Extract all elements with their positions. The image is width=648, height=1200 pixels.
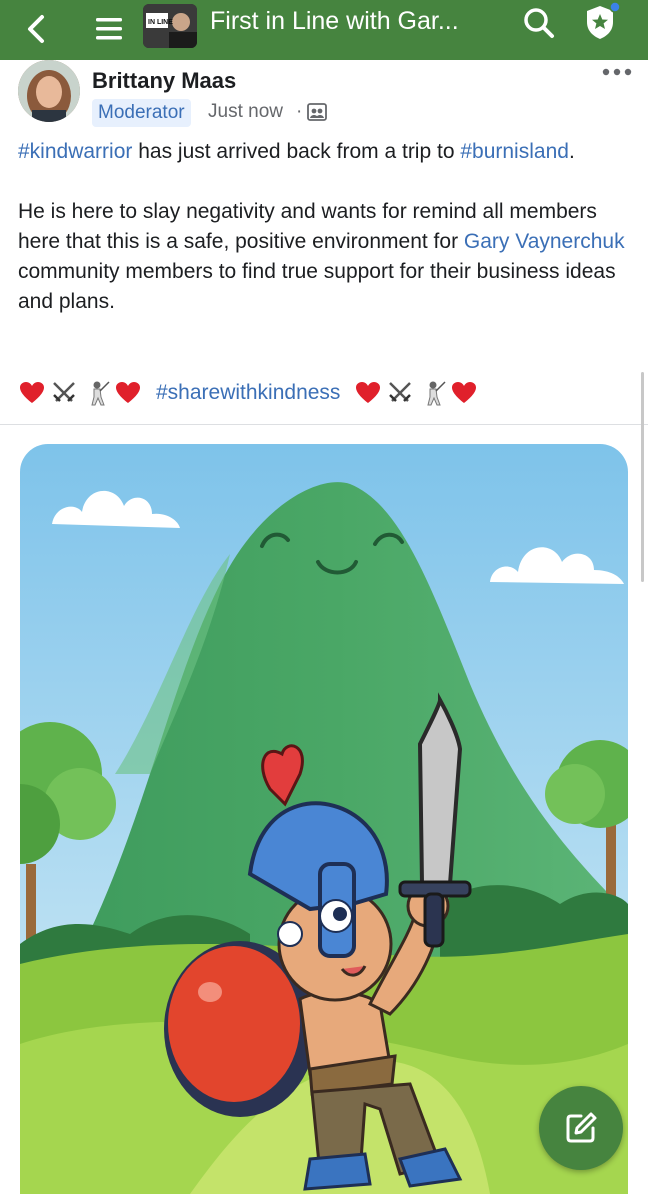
post-timestamp[interactable]: Just now	[208, 101, 283, 123]
crossed-swords-icon	[389, 382, 412, 402]
warrior-illustration	[20, 444, 628, 1194]
fencer-icon	[427, 381, 446, 406]
emoji-hashtag-line: #sharewithkindness	[18, 378, 478, 408]
admin-shield-icon[interactable]	[580, 0, 624, 44]
group-thumbnail-image: IN LINE	[143, 4, 197, 48]
group-privacy-icon	[307, 103, 327, 121]
hashtag-sharewithkindness[interactable]: #sharewithkindness	[156, 378, 340, 408]
post-text: #kindwarrior has just arrived back from …	[18, 137, 630, 317]
group-thumb-text: IN LINE	[148, 19, 173, 26]
avatar-image	[18, 60, 80, 122]
scrollbar[interactable]	[641, 372, 644, 582]
group-thumbnail[interactable]: IN LINE	[143, 4, 197, 48]
divider	[0, 424, 648, 425]
group-title[interactable]: First in Line with Gar...	[210, 6, 510, 36]
author-name[interactable]: Brittany Maas	[92, 68, 236, 94]
paragraph1-text2: .	[568, 140, 575, 163]
separator-dot: ·	[296, 101, 303, 122]
chevron-left-icon[interactable]	[22, 12, 50, 46]
post-paragraph-2: He is here to slay negativity and wants …	[18, 197, 630, 317]
red-heart-icon	[356, 382, 381, 403]
compose-icon	[566, 1112, 597, 1143]
avatar[interactable]	[18, 60, 80, 122]
cartoon-warrior-image[interactable]	[20, 444, 628, 1194]
search-icon[interactable]	[520, 4, 558, 42]
post-paragraph-1: #kindwarrior has just arrived back from …	[18, 137, 630, 167]
red-heart-icon	[452, 382, 477, 403]
mention-link[interactable]: Gary Vaynerchuk	[464, 230, 625, 253]
paragraph1-text1: has just arrived back from a trip to	[132, 140, 461, 163]
hashtag-kindwarrior[interactable]: #kindwarrior	[18, 140, 132, 163]
crossed-swords-icon	[53, 382, 75, 402]
moderator-badge: Moderator	[92, 99, 191, 127]
paragraph2-text2: community members to find true support f…	[18, 260, 616, 313]
fencer-icon	[91, 381, 110, 406]
hashtag-burnisland[interactable]: #burnisland	[460, 140, 569, 163]
compose-button[interactable]	[539, 1086, 623, 1170]
top-bar: IN LINE First in Line with Gar...	[0, 0, 648, 60]
red-heart-icon	[20, 382, 44, 403]
red-heart-icon	[116, 382, 140, 403]
more-icon[interactable]	[600, 62, 634, 82]
hamburger-icon[interactable]	[94, 12, 124, 46]
